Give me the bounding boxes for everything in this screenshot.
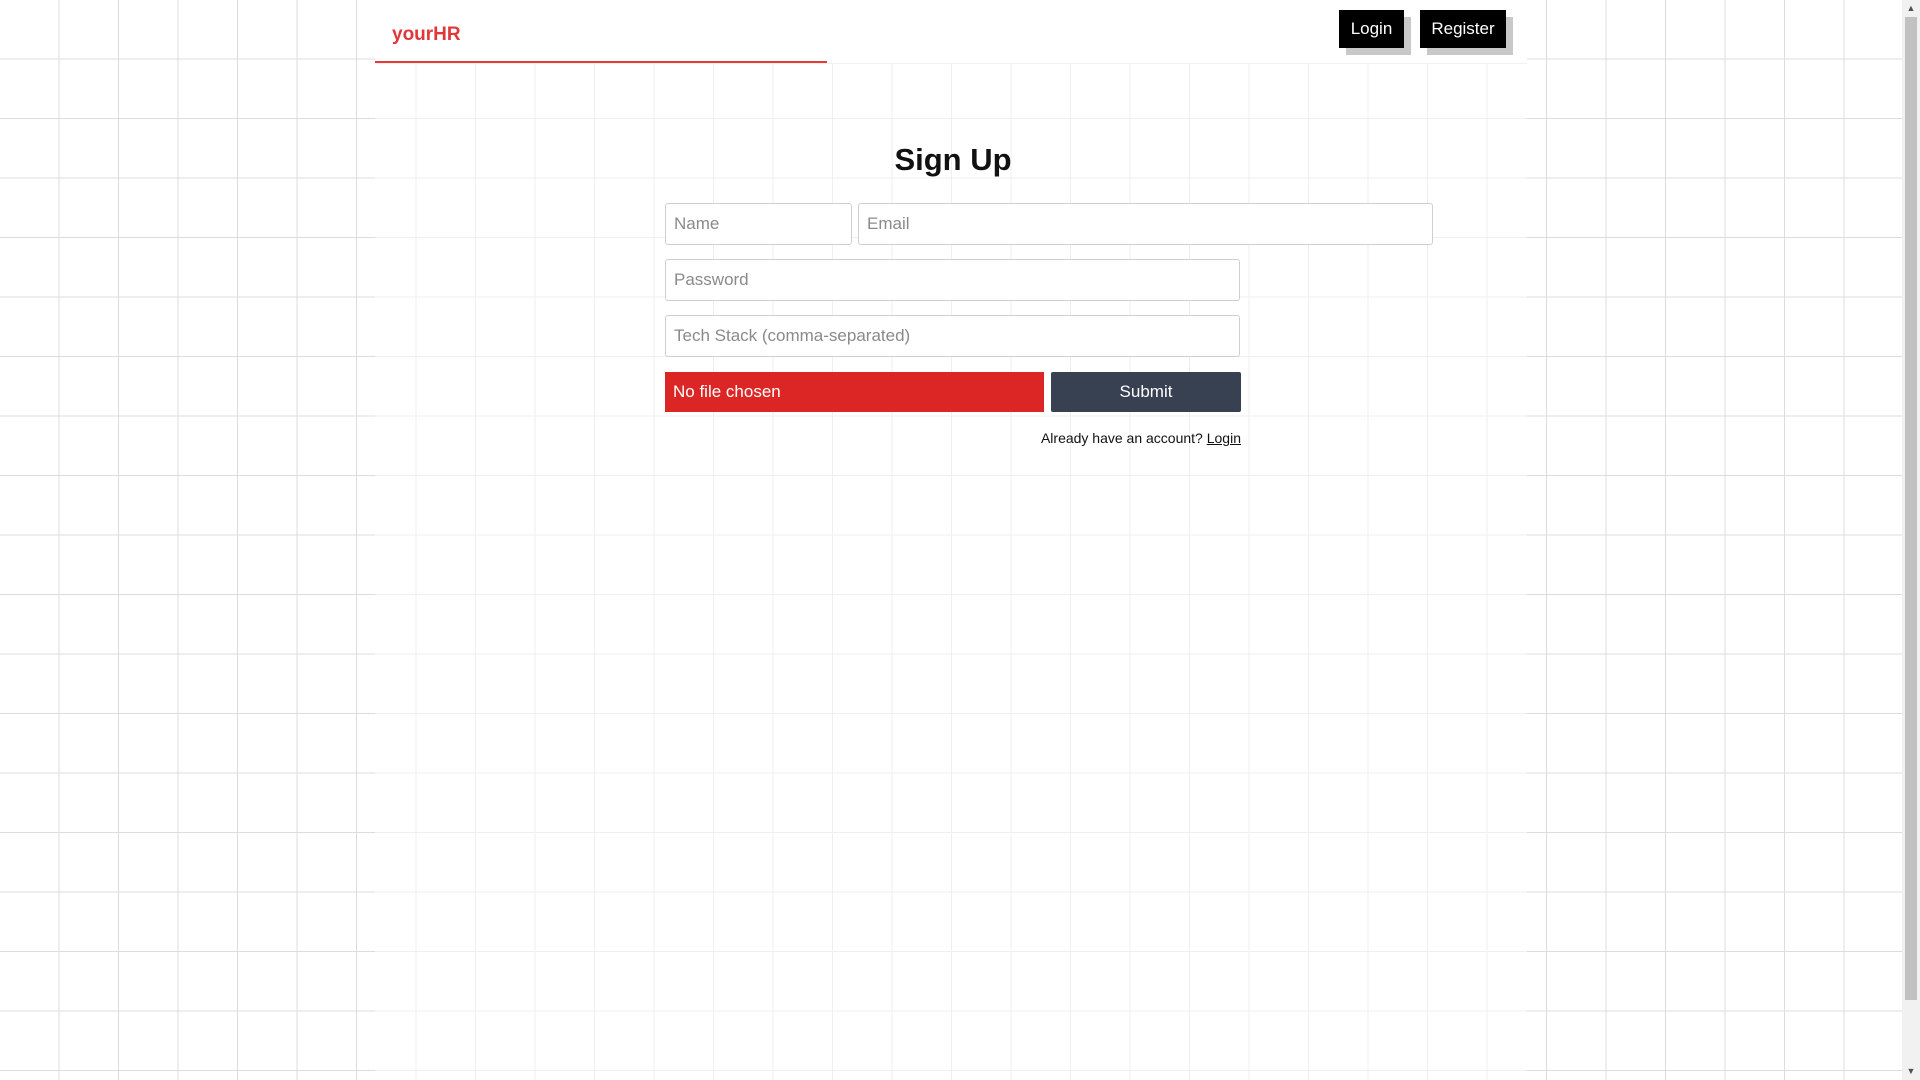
scrollbar-thumb[interactable] [1905, 17, 1917, 1000]
email-input[interactable] [858, 203, 1433, 245]
login-prompt: Already have an account? Login [1041, 429, 1241, 447]
login-link[interactable]: Login [1207, 430, 1241, 446]
navbar: yourHR Login Register [375, 0, 1527, 64]
page: yourHR Login Register Sign Up No file ch… [0, 0, 1902, 1080]
file-upload-button[interactable]: No file chosen [665, 372, 1044, 412]
submit-button[interactable]: Submit [1051, 372, 1241, 412]
name-input[interactable] [665, 203, 852, 245]
brand-logo[interactable]: yourHR [392, 24, 461, 46]
nav-login-button[interactable]: Login [1339, 10, 1404, 48]
file-status-label: No file chosen [673, 382, 781, 401]
vertical-scrollbar[interactable]: ▲ ▼ [1902, 0, 1920, 1080]
login-prompt-text: Already have an account? [1040, 430, 1203, 446]
nav-register-button[interactable]: Register [1420, 10, 1506, 48]
page-title: Sign Up [894, 142, 1012, 177]
brand-underline: yourHR [375, 0, 827, 63]
triangle-up-icon[interactable]: ▲ [1902, 0, 1920, 17]
password-input[interactable] [665, 259, 1240, 301]
main-container: yourHR Login Register Sign Up No file ch… [375, 0, 1527, 1080]
tech-stack-input[interactable] [665, 315, 1240, 357]
triangle-down-icon[interactable]: ▼ [1902, 1063, 1920, 1080]
